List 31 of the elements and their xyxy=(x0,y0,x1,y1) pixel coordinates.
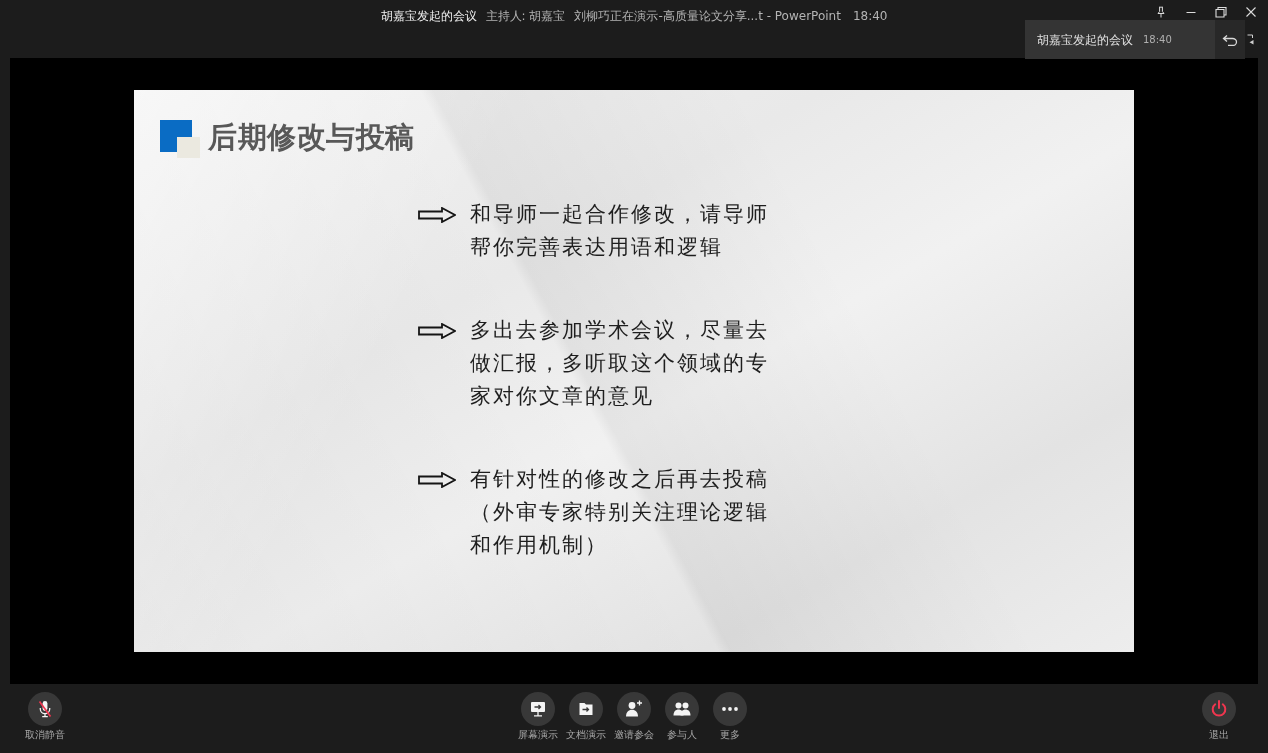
outline-arrow-icon xyxy=(418,207,456,223)
clock-time: 18:40 xyxy=(852,8,888,24)
outline-arrow-icon xyxy=(418,323,456,339)
slide-title: 后期修改与投稿 xyxy=(208,119,415,155)
add-person-icon xyxy=(617,692,651,726)
meeting-title: 胡嘉宝发起的会议 xyxy=(380,8,477,24)
pin-icon xyxy=(1155,6,1167,18)
bullet-text: 和导师一起合作修改，请导师帮你完善表达用语和逻辑 xyxy=(470,201,770,261)
notification-title: 胡嘉宝发起的会议 xyxy=(1037,31,1133,49)
more-button[interactable]: 更多 xyxy=(706,692,754,741)
bullet-text: 多出去参加学术会议，尽量去做汇报，多听取这个领域的专家对你文章的意见 xyxy=(470,317,770,410)
close-icon xyxy=(1245,6,1257,18)
document-share-button[interactable]: 文档演示 xyxy=(562,692,610,741)
bullet-text: 有针对性的修改之后再去投稿（外审专家特别关注理论逻辑和作用机制） xyxy=(470,466,770,559)
invite-button[interactable]: 邀请参会 xyxy=(610,692,658,741)
undo-arrow-icon xyxy=(1222,33,1238,46)
outline-arrow-icon xyxy=(418,472,456,488)
screen-share-button[interactable]: 屏幕演示 xyxy=(514,692,562,741)
participants-button[interactable]: 参与人 xyxy=(658,692,706,741)
side-arrow-icon[interactable] xyxy=(1247,34,1254,45)
notification-time: 18:40 xyxy=(1143,33,1172,47)
restore-icon xyxy=(1215,6,1227,18)
undo-button[interactable] xyxy=(1215,20,1245,59)
power-icon xyxy=(1202,692,1236,726)
square-logo xyxy=(160,120,200,158)
more-icon xyxy=(713,692,747,726)
host-label: 主持人: 胡嘉宝 xyxy=(485,8,566,24)
people-icon xyxy=(665,692,699,726)
exit-button[interactable]: 退出 xyxy=(1195,692,1243,741)
presentation-status: 刘柳巧正在演示-高质量论文分享...t - PowerPoint xyxy=(574,8,841,24)
unmute-button[interactable]: 取消静音 xyxy=(21,692,69,741)
